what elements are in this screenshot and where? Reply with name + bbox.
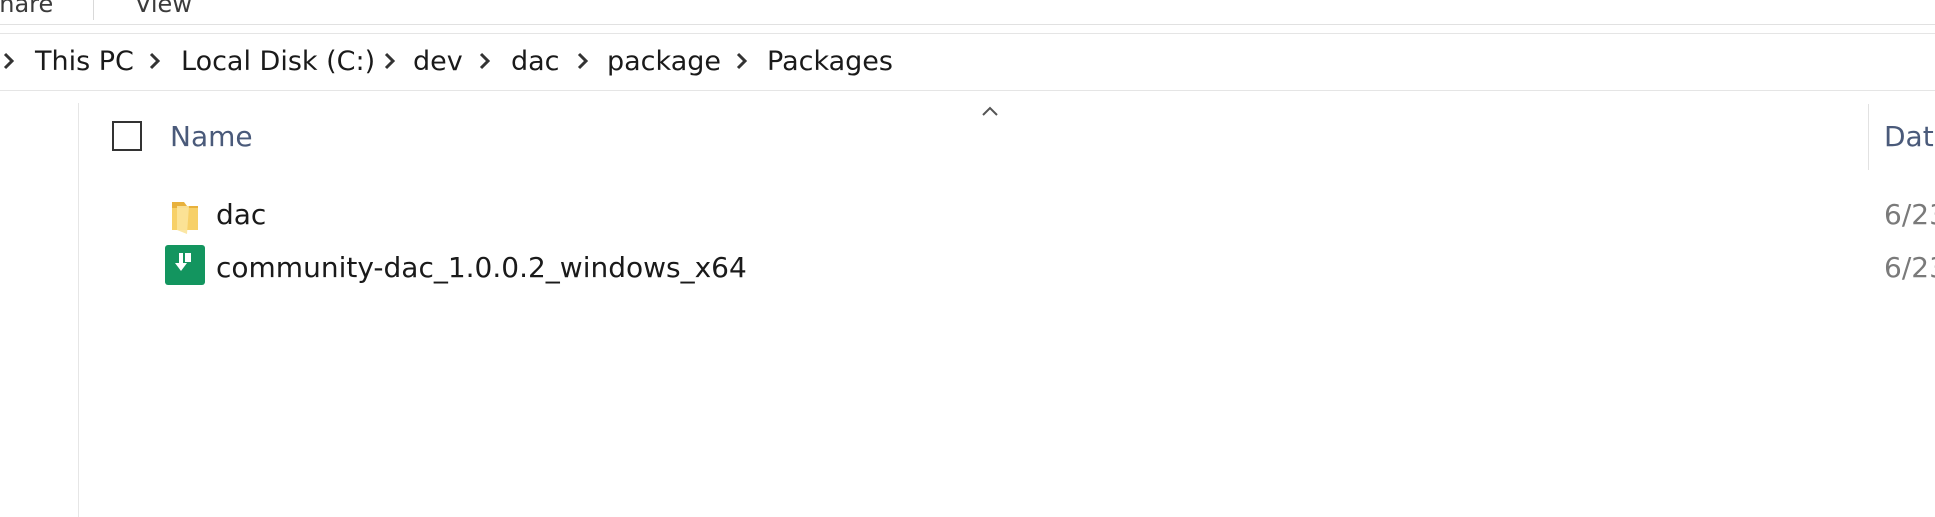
breadcrumb-item-local-disk[interactable]: Local Disk (C:)	[181, 46, 375, 77]
sort-ascending-icon	[982, 106, 998, 116]
chevron-right-icon[interactable]	[735, 51, 749, 71]
breadcrumb-item-dac[interactable]: dac	[511, 46, 560, 77]
breadcrumb-item-package[interactable]: package	[607, 46, 721, 77]
folder-icon	[172, 202, 198, 234]
breadcrumb-item-packages[interactable]: Packages	[767, 46, 893, 77]
ribbon: Share View	[0, 0, 1935, 25]
list-item[interactable]: community-dac_1.0.0.2_windows_x64 6/23	[78, 243, 1935, 293]
select-all-checkbox[interactable]	[112, 121, 142, 151]
column-resize-handle[interactable]	[1868, 104, 1869, 170]
package-installer-icon	[165, 245, 205, 285]
file-name[interactable]: dac	[216, 198, 266, 231]
list-item[interactable]: dac 6/23	[78, 190, 1935, 240]
chevron-right-icon[interactable]	[478, 51, 492, 71]
chevron-right-icon[interactable]	[148, 51, 162, 71]
breadcrumb-item-dev[interactable]: dev	[413, 46, 463, 77]
column-header-name[interactable]: Name	[170, 120, 253, 153]
ribbon-separator	[93, 0, 94, 20]
tab-view[interactable]: View	[135, 0, 192, 18]
navigation-pane-divider[interactable]	[78, 103, 79, 517]
file-name[interactable]: community-dac_1.0.0.2_windows_x64	[216, 251, 747, 284]
column-header-date[interactable]: Date	[1884, 120, 1935, 153]
file-date: 6/23	[1884, 198, 1935, 231]
address-bar[interactable]: This PC Local Disk (C:) dev dac package …	[0, 33, 1935, 91]
chevron-right-icon[interactable]	[2, 51, 16, 71]
chevron-right-icon[interactable]	[383, 51, 397, 71]
breadcrumb-item-this-pc[interactable]: This PC	[35, 46, 134, 77]
file-date: 6/23	[1884, 251, 1935, 284]
tab-share[interactable]: Share	[0, 0, 53, 18]
chevron-right-icon[interactable]	[576, 51, 590, 71]
